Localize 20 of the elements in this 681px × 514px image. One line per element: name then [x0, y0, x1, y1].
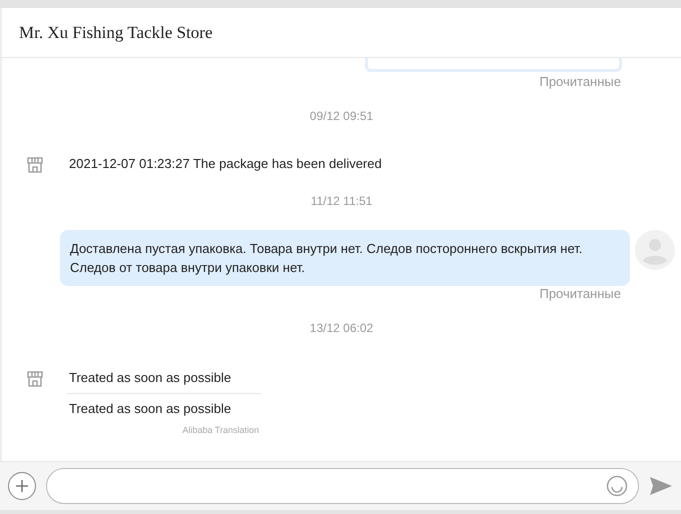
store-icon — [26, 370, 44, 388]
read-status: Прочитанные — [539, 74, 621, 89]
translated-text: Treated as soon as possible — [69, 401, 232, 416]
message-time: 09/12 09:51 — [310, 109, 374, 123]
store-icon — [26, 156, 44, 174]
send-icon — [649, 476, 673, 496]
message-text: 2021-12-07 01:23:27 The package has been delivered — [69, 156, 382, 171]
translation-source: Alibaba Translation — [182, 425, 259, 435]
read-status: Прочитанные — [539, 286, 621, 301]
message-time: 11/12 11:51 — [310, 194, 372, 208]
message-text: Treated as soon as possible — [69, 370, 232, 385]
message-input[interactable] — [46, 468, 639, 504]
emoji-icon[interactable] — [606, 475, 628, 497]
window-title: Mr. Xu Fishing Tackle Store — [19, 22, 213, 42]
avatar-icon — [635, 230, 675, 270]
message-bubble: Доставлена пустая упаковка. Товара внутри нет. Следов постороннего вскрытия нет. Следов от товара внутри упаковки нет. — [60, 230, 630, 286]
plus-icon — [14, 478, 30, 494]
send-button[interactable] — [649, 476, 673, 496]
add-button[interactable] — [8, 472, 36, 500]
message-time: 13/12 06:02 — [310, 321, 374, 335]
